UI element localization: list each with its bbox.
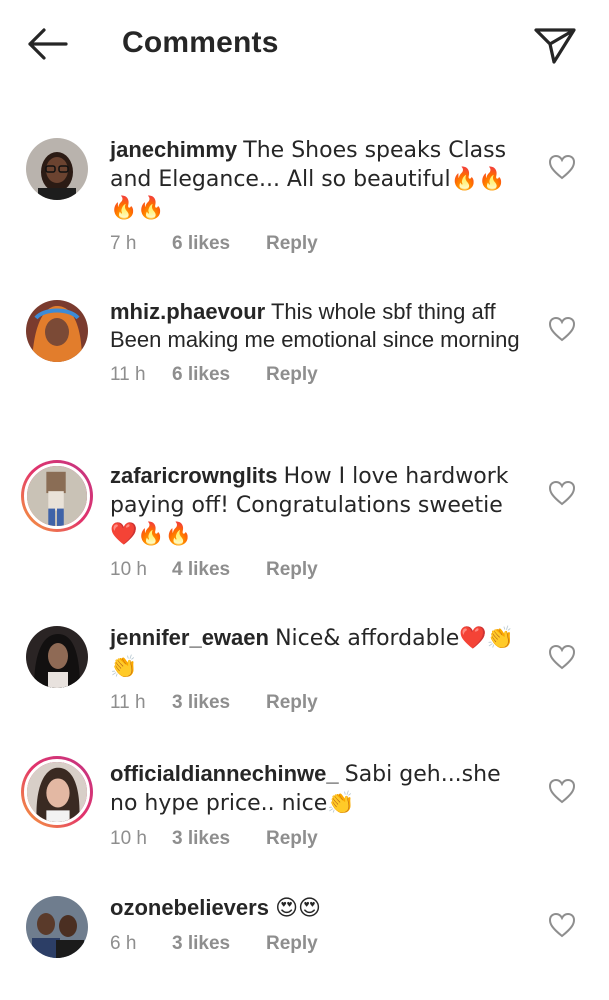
comment-text: mhiz.phaevour This whole sbf thing aff B…: [110, 298, 530, 354]
reply-button[interactable]: Reply: [266, 233, 318, 255]
comment-time: 11 h: [110, 364, 146, 385]
reply-button[interactable]: Reply: [266, 828, 318, 850]
reply-button[interactable]: Reply: [266, 559, 318, 581]
comment-time: 10 h: [110, 828, 147, 849]
reply-button[interactable]: Reply: [266, 692, 318, 714]
comment-likes[interactable]: 6 likes: [172, 364, 266, 386]
comment-meta: 6 h 3 likes Reply: [110, 933, 530, 955]
comment-likes[interactable]: 3 likes: [172, 933, 266, 955]
comment-likes[interactable]: 6 likes: [172, 233, 266, 255]
comment-likes[interactable]: 3 likes: [172, 828, 266, 850]
page-title: Comments: [122, 26, 279, 59]
comment-username[interactable]: officialdiannechinwe_: [110, 761, 339, 786]
comment-text: ozonebelievers 😍😍: [110, 894, 530, 923]
comment-username[interactable]: jennifer_ewaen: [110, 625, 269, 650]
heart-icon[interactable]: [548, 778, 576, 804]
comment-text: officialdiannechinwe_ Sabi geh...she no …: [110, 760, 530, 818]
avatar-image: [27, 762, 87, 822]
avatar[interactable]: [26, 626, 88, 688]
comment-meta: 10 h 4 likes Reply: [110, 559, 530, 581]
comment-meta: 11 h 6 likes Reply: [110, 364, 530, 386]
comment-text: zafaricrownglits How I love hardwork pay…: [110, 462, 530, 549]
avatar[interactable]: [26, 896, 88, 958]
comment-meta: 7 h 6 likes Reply: [110, 233, 530, 255]
comment-meta: 10 h 3 likes Reply: [110, 828, 530, 850]
comment-likes[interactable]: 3 likes: [172, 692, 266, 714]
heart-icon[interactable]: [548, 912, 576, 938]
avatar[interactable]: [26, 300, 88, 362]
avatar-story-ring[interactable]: [21, 756, 93, 828]
heart-icon[interactable]: [548, 316, 576, 342]
avatar-image: [26, 300, 88, 362]
avatar-image: [26, 896, 88, 958]
avatar-image: [27, 466, 87, 526]
avatar-story-ring[interactable]: [21, 460, 93, 532]
comment-time: 7 h: [110, 233, 137, 254]
comment-time: 6 h: [110, 933, 137, 954]
reply-button[interactable]: Reply: [266, 364, 318, 386]
back-button[interactable]: [22, 24, 70, 64]
header: Comments: [0, 0, 609, 90]
comment-meta: 11 h 3 likes Reply: [110, 692, 530, 714]
arrow-left-icon: [28, 28, 68, 60]
comment-text: janechimmy The Shoes speaks Class and El…: [110, 136, 530, 223]
avatar-image: [26, 626, 88, 688]
paper-plane-icon: [534, 28, 576, 64]
share-button[interactable]: [532, 22, 578, 66]
comment-username[interactable]: ozonebelievers: [110, 895, 269, 920]
comment-time: 11 h: [110, 692, 146, 713]
avatar-image: [26, 138, 88, 200]
reply-button[interactable]: Reply: [266, 933, 318, 955]
comment-text: jennifer_ewaen Nice& affordable❤️👏👏: [110, 624, 530, 682]
comment-username[interactable]: mhiz.phaevour: [110, 299, 265, 324]
comment-time: 10 h: [110, 559, 147, 580]
heart-icon[interactable]: [548, 480, 576, 506]
comment-message: 😍😍: [275, 896, 321, 921]
comment-likes[interactable]: 4 likes: [172, 559, 266, 581]
avatar[interactable]: [26, 138, 88, 200]
comment-username[interactable]: janechimmy: [110, 137, 237, 162]
comment-username[interactable]: zafaricrownglits: [110, 463, 277, 488]
heart-icon[interactable]: [548, 644, 576, 670]
heart-icon[interactable]: [548, 154, 576, 180]
